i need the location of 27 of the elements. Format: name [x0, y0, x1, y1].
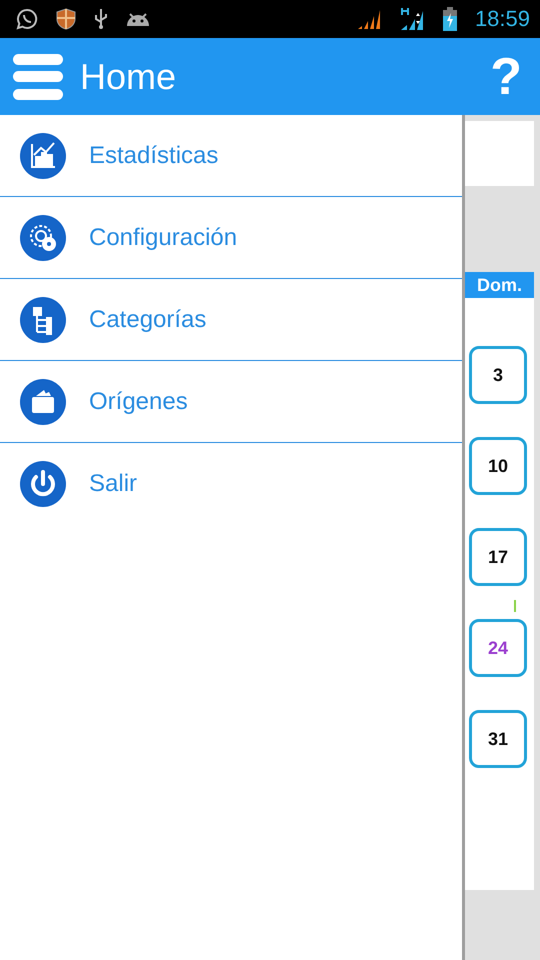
day-cell[interactable]: 10	[469, 437, 527, 495]
usb-icon	[94, 8, 108, 30]
drawer-item[interactable]: Orígenes	[0, 361, 462, 443]
wallet-icon	[20, 378, 66, 424]
drawer-item[interactable]: Configuración	[0, 197, 462, 279]
android-icon	[126, 11, 150, 27]
drawer-item[interactable]: Categorías	[0, 279, 462, 361]
power-icon	[20, 461, 66, 507]
data-signal-icon	[398, 7, 425, 31]
chart-icon	[20, 132, 66, 178]
shield-icon	[56, 8, 76, 30]
signal-icon	[356, 8, 381, 30]
help-button[interactable]: ?	[484, 50, 528, 102]
battery-icon	[442, 7, 457, 31]
app-title: Home	[80, 56, 178, 98]
drawer-item[interactable]: Salir	[0, 443, 462, 525]
hierarchy-icon	[20, 296, 66, 342]
day-cell[interactable]: 17	[469, 528, 527, 586]
drawer-item[interactable]: Estadísticas	[0, 115, 462, 197]
status-time: 18:59	[474, 6, 530, 32]
chat-icon	[16, 8, 38, 30]
column-header: Dom.	[465, 272, 534, 298]
day-cell[interactable]: 3	[469, 346, 527, 404]
day-cell[interactable]: 31	[469, 710, 527, 768]
menu-icon[interactable]	[12, 52, 64, 100]
day-cell[interactable]: 24	[469, 619, 527, 677]
gear-icon	[20, 214, 66, 260]
